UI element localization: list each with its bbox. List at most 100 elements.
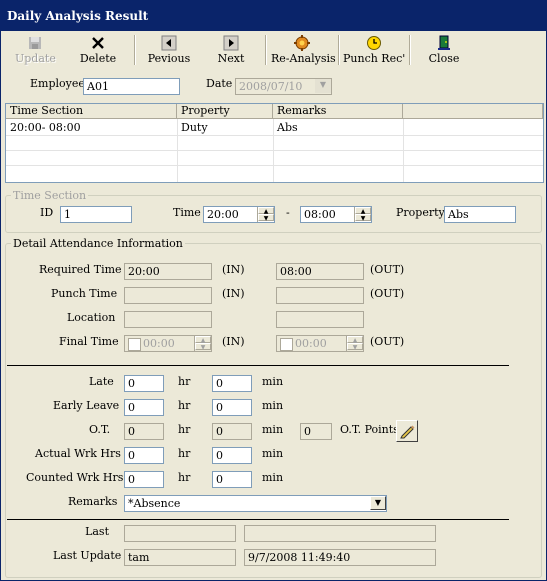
final-out-spinner[interactable]: ▲ ▼ <box>346 336 363 351</box>
late-hr-unit: hr <box>178 375 191 388</box>
ot-hr-unit: hr <box>178 423 191 436</box>
counted-hr-field[interactable]: 0 <box>124 471 164 488</box>
date-dropdown-arrow-icon[interactable]: ▼ <box>315 79 331 93</box>
exit-door-icon <box>438 35 450 50</box>
update-button[interactable]: Update <box>15 33 56 67</box>
column-header-remarks[interactable]: Remarks <box>273 104 403 119</box>
gear-icon <box>294 35 310 51</box>
early-leave-hr-field[interactable]: 0 <box>124 399 164 416</box>
grid-line <box>403 119 404 182</box>
toolbar-separator <box>338 35 340 65</box>
time-from-value: 20:00 <box>207 208 239 221</box>
date-label: Date <box>206 77 233 90</box>
location-out-field <box>276 311 364 328</box>
close-button[interactable]: Close <box>425 33 463 67</box>
reanalysis-button[interactable]: Re-Analysis <box>271 33 336 67</box>
time-from-spinner[interactable]: ▲ ▼ <box>257 207 274 222</box>
late-min-field[interactable]: 0 <box>212 375 252 392</box>
spin-up-icon[interactable]: ▲ <box>355 207 371 215</box>
spin-down-icon[interactable]: ▼ <box>195 343 211 351</box>
final-out-checkbox[interactable] <box>280 338 293 351</box>
late-min-unit: min <box>262 375 284 388</box>
time-range-dash: - <box>286 206 290 219</box>
toolbar-separator <box>134 35 136 65</box>
spin-up-icon[interactable]: ▲ <box>347 336 363 344</box>
pencil-icon <box>400 425 415 439</box>
daily-analysis-window: Daily Analysis Result Update Delete Pevi… <box>0 0 547 581</box>
time-to-value: 08:00 <box>304 208 336 221</box>
spin-up-icon[interactable]: ▲ <box>195 336 211 344</box>
ot-hr-field: 0 <box>124 423 164 440</box>
employee-field[interactable]: A01 <box>83 78 180 95</box>
grid-line <box>6 165 543 166</box>
final-in-field[interactable]: 00:00 ▲ ▼ <box>124 335 212 352</box>
employee-label: Employee <box>30 77 85 90</box>
time-label: Time <box>173 206 201 219</box>
required-out-field: 08:00 <box>276 263 364 280</box>
remarks-dropdown-arrow-icon[interactable]: ▼ <box>370 496 386 510</box>
ot-min-field: 0 <box>212 423 252 440</box>
last-update-label: Last Update <box>53 549 122 562</box>
date-value: 2008/07/10 <box>239 80 303 93</box>
last-approval-user-field <box>124 525 236 542</box>
property-label: Property <box>396 206 445 219</box>
punch-out-field <box>276 287 364 304</box>
final-in-value: 00:00 <box>143 337 175 350</box>
date-dropdown[interactable]: 2008/07/10 ▼ <box>235 78 332 95</box>
table-cell-property[interactable]: Duty <box>177 121 273 136</box>
required-in-label: (IN) <box>222 263 245 276</box>
time-section-grid[interactable]: Time Section Property Remarks 20:00- 08:… <box>5 103 544 183</box>
grid-line <box>6 150 543 151</box>
id-label: ID <box>40 206 54 219</box>
time-to-field[interactable]: 08:00 ▲ ▼ <box>300 206 372 223</box>
grid-line <box>6 135 543 136</box>
last-update-time-field: 9/7/2008 11:49:40 <box>244 549 436 566</box>
spin-down-icon[interactable]: ▼ <box>347 343 363 351</box>
punch-record-button[interactable]: Punch Rec' <box>343 33 405 67</box>
ot-label: O.T. <box>89 423 111 436</box>
remarks-label: Remarks <box>68 495 118 508</box>
toolbar: Update Delete Pevious Next Re-Analysis P… <box>1 31 546 71</box>
property-field[interactable]: Abs <box>444 206 516 223</box>
last-update-user-field: tam <box>124 549 236 566</box>
column-header-time-section[interactable]: Time Section <box>6 104 177 119</box>
title-bar: Daily Analysis Result <box>1 1 546 31</box>
final-out-field[interactable]: 00:00 ▲ ▼ <box>276 335 364 352</box>
required-out-label: (OUT) <box>370 263 405 276</box>
final-out-value: 00:00 <box>295 337 327 350</box>
ot-points-edit-button[interactable] <box>396 420 418 442</box>
table-cell-time-section[interactable]: 20:00- 08:00 <box>6 121 177 136</box>
late-label: Late <box>89 375 114 388</box>
spin-down-icon[interactable]: ▼ <box>355 214 371 222</box>
ot-points-field: 0 <box>300 423 332 440</box>
previous-button[interactable]: Pevious <box>147 33 191 67</box>
grid-line <box>273 119 274 182</box>
early-leave-label: Early Leave <box>53 399 120 412</box>
remarks-dropdown[interactable]: *Absence ▼ <box>124 495 387 512</box>
actual-hr-field[interactable]: 0 <box>124 447 164 464</box>
next-button[interactable]: Next <box>213 33 249 67</box>
delete-button[interactable]: Delete <box>79 33 117 67</box>
divider <box>7 519 509 520</box>
punch-in-field <box>124 287 212 304</box>
ot-points-label: O.T. Points <box>340 423 399 436</box>
column-header-property[interactable]: Property <box>177 104 273 119</box>
delete-label: Delete <box>79 52 117 65</box>
final-in-spinner[interactable]: ▲ ▼ <box>194 336 211 351</box>
time-to-spinner[interactable]: ▲ ▼ <box>354 207 371 222</box>
table-cell-remarks[interactable]: Abs <box>273 121 403 136</box>
actual-min-field[interactable]: 0 <box>212 447 252 464</box>
spin-down-icon[interactable]: ▼ <box>258 214 274 222</box>
location-label: Location <box>67 311 116 324</box>
final-in-label: (IN) <box>222 335 245 348</box>
next-arrow-icon <box>223 35 239 51</box>
actual-hr-unit: hr <box>178 447 191 460</box>
counted-min-field[interactable]: 0 <box>212 471 252 488</box>
id-field[interactable]: 1 <box>60 206 132 223</box>
spin-up-icon[interactable]: ▲ <box>258 207 274 215</box>
previous-label: Pevious <box>147 52 191 65</box>
late-hr-field[interactable]: 0 <box>124 375 164 392</box>
final-in-checkbox[interactable] <box>128 338 141 351</box>
time-from-field[interactable]: 20:00 ▲ ▼ <box>203 206 275 223</box>
early-leave-min-field[interactable]: 0 <box>212 399 252 416</box>
